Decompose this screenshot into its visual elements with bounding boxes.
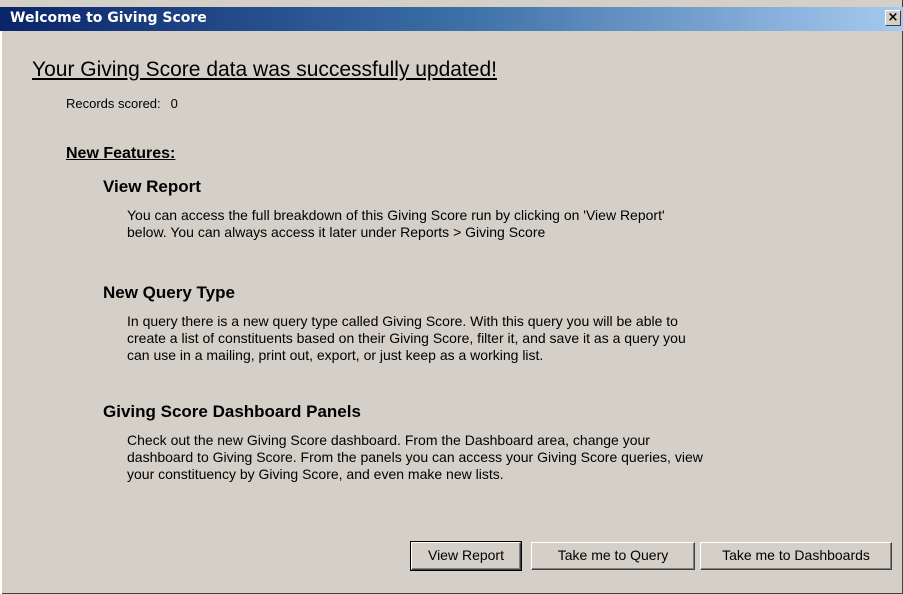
new-features-heading: New Features: (66, 145, 176, 162)
close-icon: × (887, 10, 899, 25)
feature-line: can use in a mailing, print out, export,… (127, 347, 544, 363)
feature-line: below. You can always access it later un… (127, 224, 546, 240)
view-report-button[interactable]: View Report (410, 541, 522, 571)
feature-line: create a list of constituents based on t… (127, 330, 686, 346)
close-button[interactable]: × (885, 10, 901, 26)
feature-line: your constituency by Giving Score, and e… (127, 466, 504, 482)
feature-line: In query there is a new query type calle… (127, 313, 678, 329)
title-bar[interactable]: Welcome to Giving Score × (0, 7, 903, 31)
page-title: Your Giving Score data was successfully … (32, 58, 497, 81)
feature-title-dashboard-panels: Giving Score Dashboard Panels (103, 402, 361, 421)
feature-description-new-query-type: In query there is a new query type calle… (127, 313, 686, 364)
feature-description-view-report: You can access the full breakdown of thi… (127, 207, 665, 241)
take-me-to-dashboards-button[interactable]: Take me to Dashboards (700, 542, 892, 570)
feature-line: dashboard to Giving Score. From the pane… (127, 449, 703, 465)
records-scored-value: 0 (170, 96, 178, 111)
feature-line: You can access the full breakdown of thi… (127, 207, 665, 223)
welcome-dialog: Welcome to Giving Score × Your Giving Sc… (0, 0, 903, 594)
window-title: Welcome to Giving Score (10, 10, 207, 26)
records-scored: Records scored: 0 (66, 96, 178, 111)
feature-description-dashboard-panels: Check out the new Giving Score dashboard… (127, 432, 703, 483)
records-scored-label: Records scored: (66, 96, 161, 111)
take-me-to-query-button[interactable]: Take me to Query (531, 542, 695, 570)
feature-title-view-report: View Report (103, 177, 201, 196)
feature-title-new-query-type: New Query Type (103, 283, 235, 302)
window-left-edge (0, 31, 2, 594)
feature-line: Check out the new Giving Score dashboard… (127, 432, 650, 448)
